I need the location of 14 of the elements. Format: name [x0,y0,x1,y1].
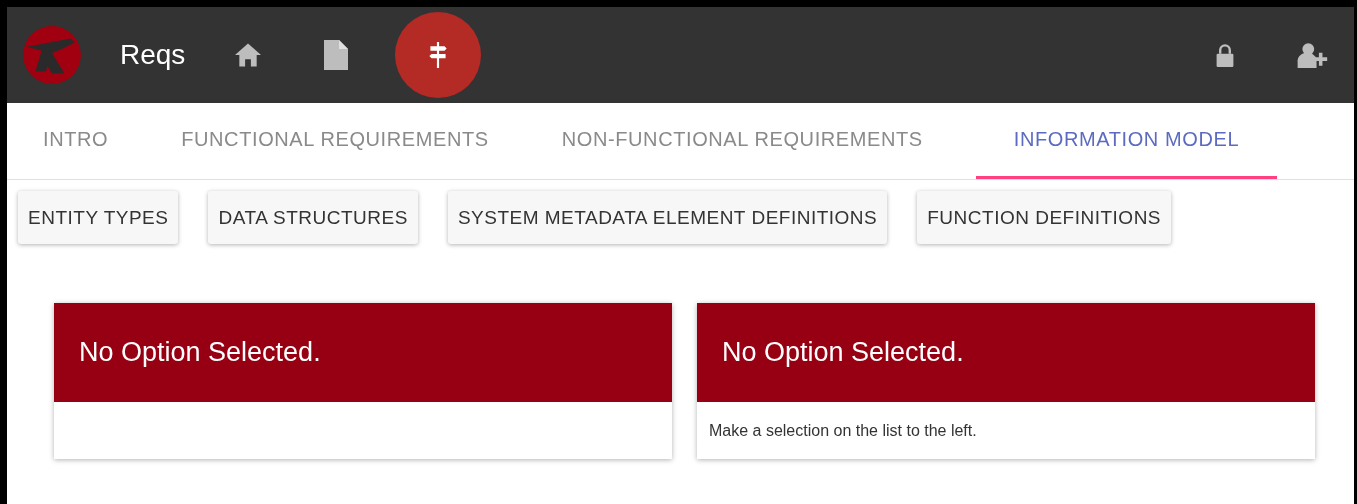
section-button[interactable]: SYSTEM METADATA ELEMENT DEFINITIONS [447,191,888,244]
add-user-icon[interactable] [1297,42,1329,68]
section-button[interactable]: DATA STRUCTURES [208,191,418,244]
app-title: Reqs [120,39,186,71]
panel-message: Make a selection on the list to the left. [709,421,977,440]
section-button[interactable]: FUNCTION DEFINITIONS [917,191,1172,244]
panel-heading: No Option Selected. [722,337,964,368]
document-icon[interactable] [323,40,350,70]
tab[interactable]: INFORMATION MODEL [975,103,1278,179]
logo-icon [21,24,83,86]
lock-icon[interactable] [1215,43,1235,67]
panel-heading: No Option Selected. [79,337,321,368]
signpost-icon [427,42,450,68]
section-button[interactable]: ENTITY TYPES [18,191,179,244]
